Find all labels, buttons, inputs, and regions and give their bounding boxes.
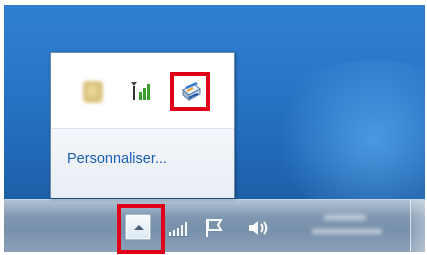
network-signal-icon[interactable] <box>168 220 192 238</box>
notification-area <box>0 0 427 255</box>
show-hidden-icons-button[interactable] <box>125 214 151 240</box>
chevron-up-icon <box>134 225 144 230</box>
action-center-flag-icon[interactable] <box>203 217 227 239</box>
screenshot: Personnaliser... <box>0 0 427 255</box>
volume-icon[interactable] <box>247 217 269 239</box>
